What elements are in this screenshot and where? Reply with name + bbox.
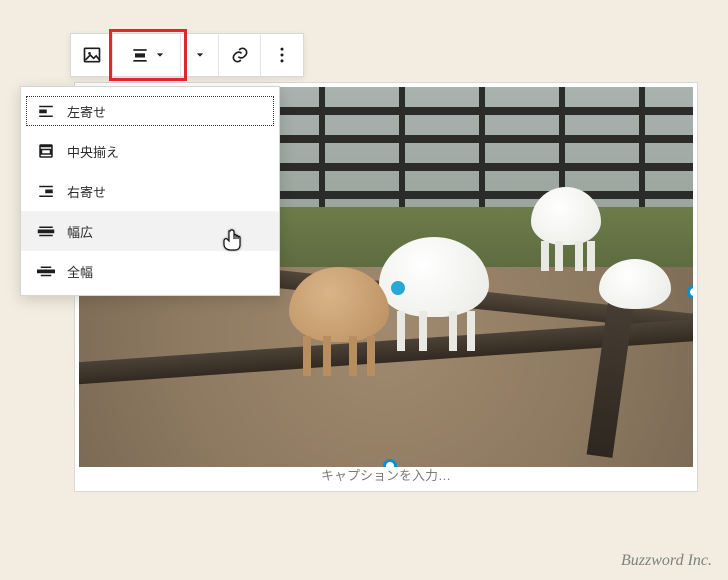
align-wide-icon: [35, 222, 57, 240]
chevron-down-icon: [196, 51, 204, 59]
alignment-button[interactable]: [113, 34, 181, 76]
menu-item-label: 左寄せ: [67, 102, 106, 121]
align-right-icon: [35, 182, 57, 200]
footer-credit: Buzzword Inc.: [621, 552, 712, 570]
menu-item-align-left[interactable]: 左寄せ: [21, 91, 279, 131]
replace-button[interactable]: [181, 34, 219, 76]
caption-input[interactable]: キャプションを入力…: [75, 465, 697, 487]
link-icon: [230, 45, 250, 65]
menu-item-label: 幅広: [67, 222, 93, 241]
align-left-icon: [35, 102, 57, 120]
menu-item-label: 中央揃え: [67, 142, 119, 161]
menu-item-align-wide[interactable]: 幅広: [21, 211, 279, 251]
block-type-button[interactable]: [71, 34, 113, 76]
menu-item-align-right[interactable]: 右寄せ: [21, 171, 279, 211]
image-block-icon: [82, 45, 102, 65]
align-center-icon: [35, 142, 57, 160]
link-button[interactable]: [219, 34, 261, 76]
menu-item-label: 右寄せ: [67, 182, 106, 201]
menu-item-align-full[interactable]: 全幅: [21, 251, 279, 291]
align-center-icon: [130, 45, 150, 65]
block-toolbar: [70, 33, 304, 77]
alignment-dropdown: 左寄せ 中央揃え 右寄せ: [20, 86, 280, 296]
menu-item-label: 全幅: [67, 262, 93, 281]
chevron-down-icon: [156, 51, 164, 59]
menu-item-align-center[interactable]: 中央揃え: [21, 131, 279, 171]
more-vertical-icon: [272, 45, 292, 65]
align-full-icon: [35, 262, 57, 280]
more-options-button[interactable]: [261, 34, 303, 76]
